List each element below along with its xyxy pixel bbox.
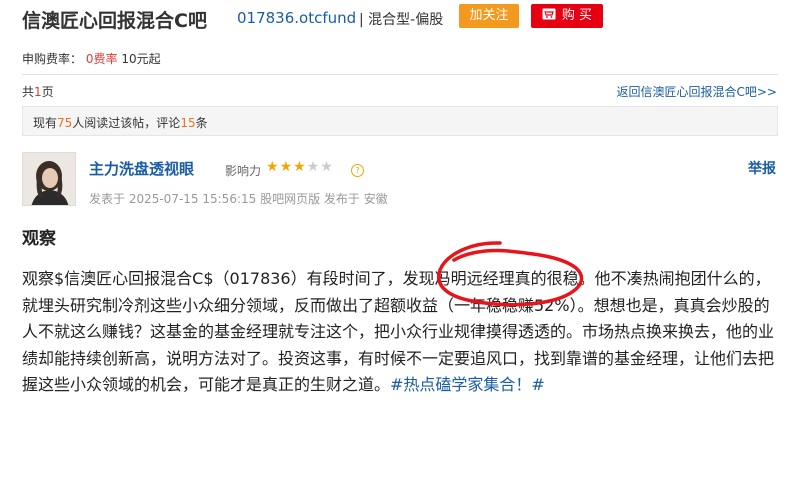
fund-type: | 混合型-偏股 [359,12,444,28]
influence-rating: ★★★★★ [266,159,334,175]
post-title: 观察 [22,229,56,249]
follow-button[interactable]: 加关注 [459,4,519,28]
fee-label: 申购费率： [22,52,83,66]
reader-count: 75 [57,116,73,130]
post-meta: 发表于 2025-07-15 15:56:15 股吧网页版 发布于 安徽 [89,192,388,206]
question-icon[interactable]: ? [351,164,364,177]
influence-label: 影响力 [225,164,262,178]
fund-code-link[interactable]: 017836.otcfund [237,9,356,27]
star-icon: ★ [293,159,307,175]
back-to-forum-link[interactable]: 返回信澳匠心回报混合C吧>> [617,83,778,100]
buy-label: 购 买 [561,8,593,23]
fee-rate: 0费率 [85,52,118,66]
star-icon: ★ [279,159,294,175]
page-count-prefix: 共 [22,85,35,99]
stats-text-1: 现有 [33,116,58,130]
page-count-suffix: 页 [41,85,54,99]
divider [22,74,778,75]
post-body: 观察$信澳匠心回报混合C$（017836）有段时间了，发现冯明远经理真的很稳。他… [22,266,780,399]
page-count-number[interactable]: 1 [34,85,42,99]
star-icon: ★ [320,159,334,175]
stats-text-2: 人阅读过该帖，评论 [72,116,181,130]
read-stats: 现有75人阅读过该帖，评论15条 [33,114,208,131]
avatar[interactable] [22,152,76,206]
page-count: 共1页 [22,83,54,100]
report-button[interactable]: 举报 [748,158,776,178]
author-name[interactable]: 主力洗盘透视眼 [89,158,194,179]
hand-drawn-circle-annotation [437,241,584,307]
stats-text-3: 条 [195,116,208,130]
fee-row: 申购费率： 0费率 10元起 [22,50,161,67]
hashtag-link[interactable]: #热点磕学家集合！# [390,375,545,394]
fund-header: 信澳匠心回报混合C吧 017836.otcfund | 混合型-偏股 加关注 购… [0,0,795,36]
avatar-image [23,153,75,205]
cart-icon [542,8,556,20]
fund-name[interactable]: 信澳匠心回报混合C吧 [22,6,207,33]
star-icon: ★ [266,159,280,175]
buy-button[interactable]: 购 买 [531,4,603,28]
star-icon: ★ [306,159,321,175]
fee-minimum: 10元起 [121,52,161,66]
read-stats-bar: 现有75人阅读过该帖，评论15条 [22,106,778,136]
comment-count: 15 [180,116,196,130]
